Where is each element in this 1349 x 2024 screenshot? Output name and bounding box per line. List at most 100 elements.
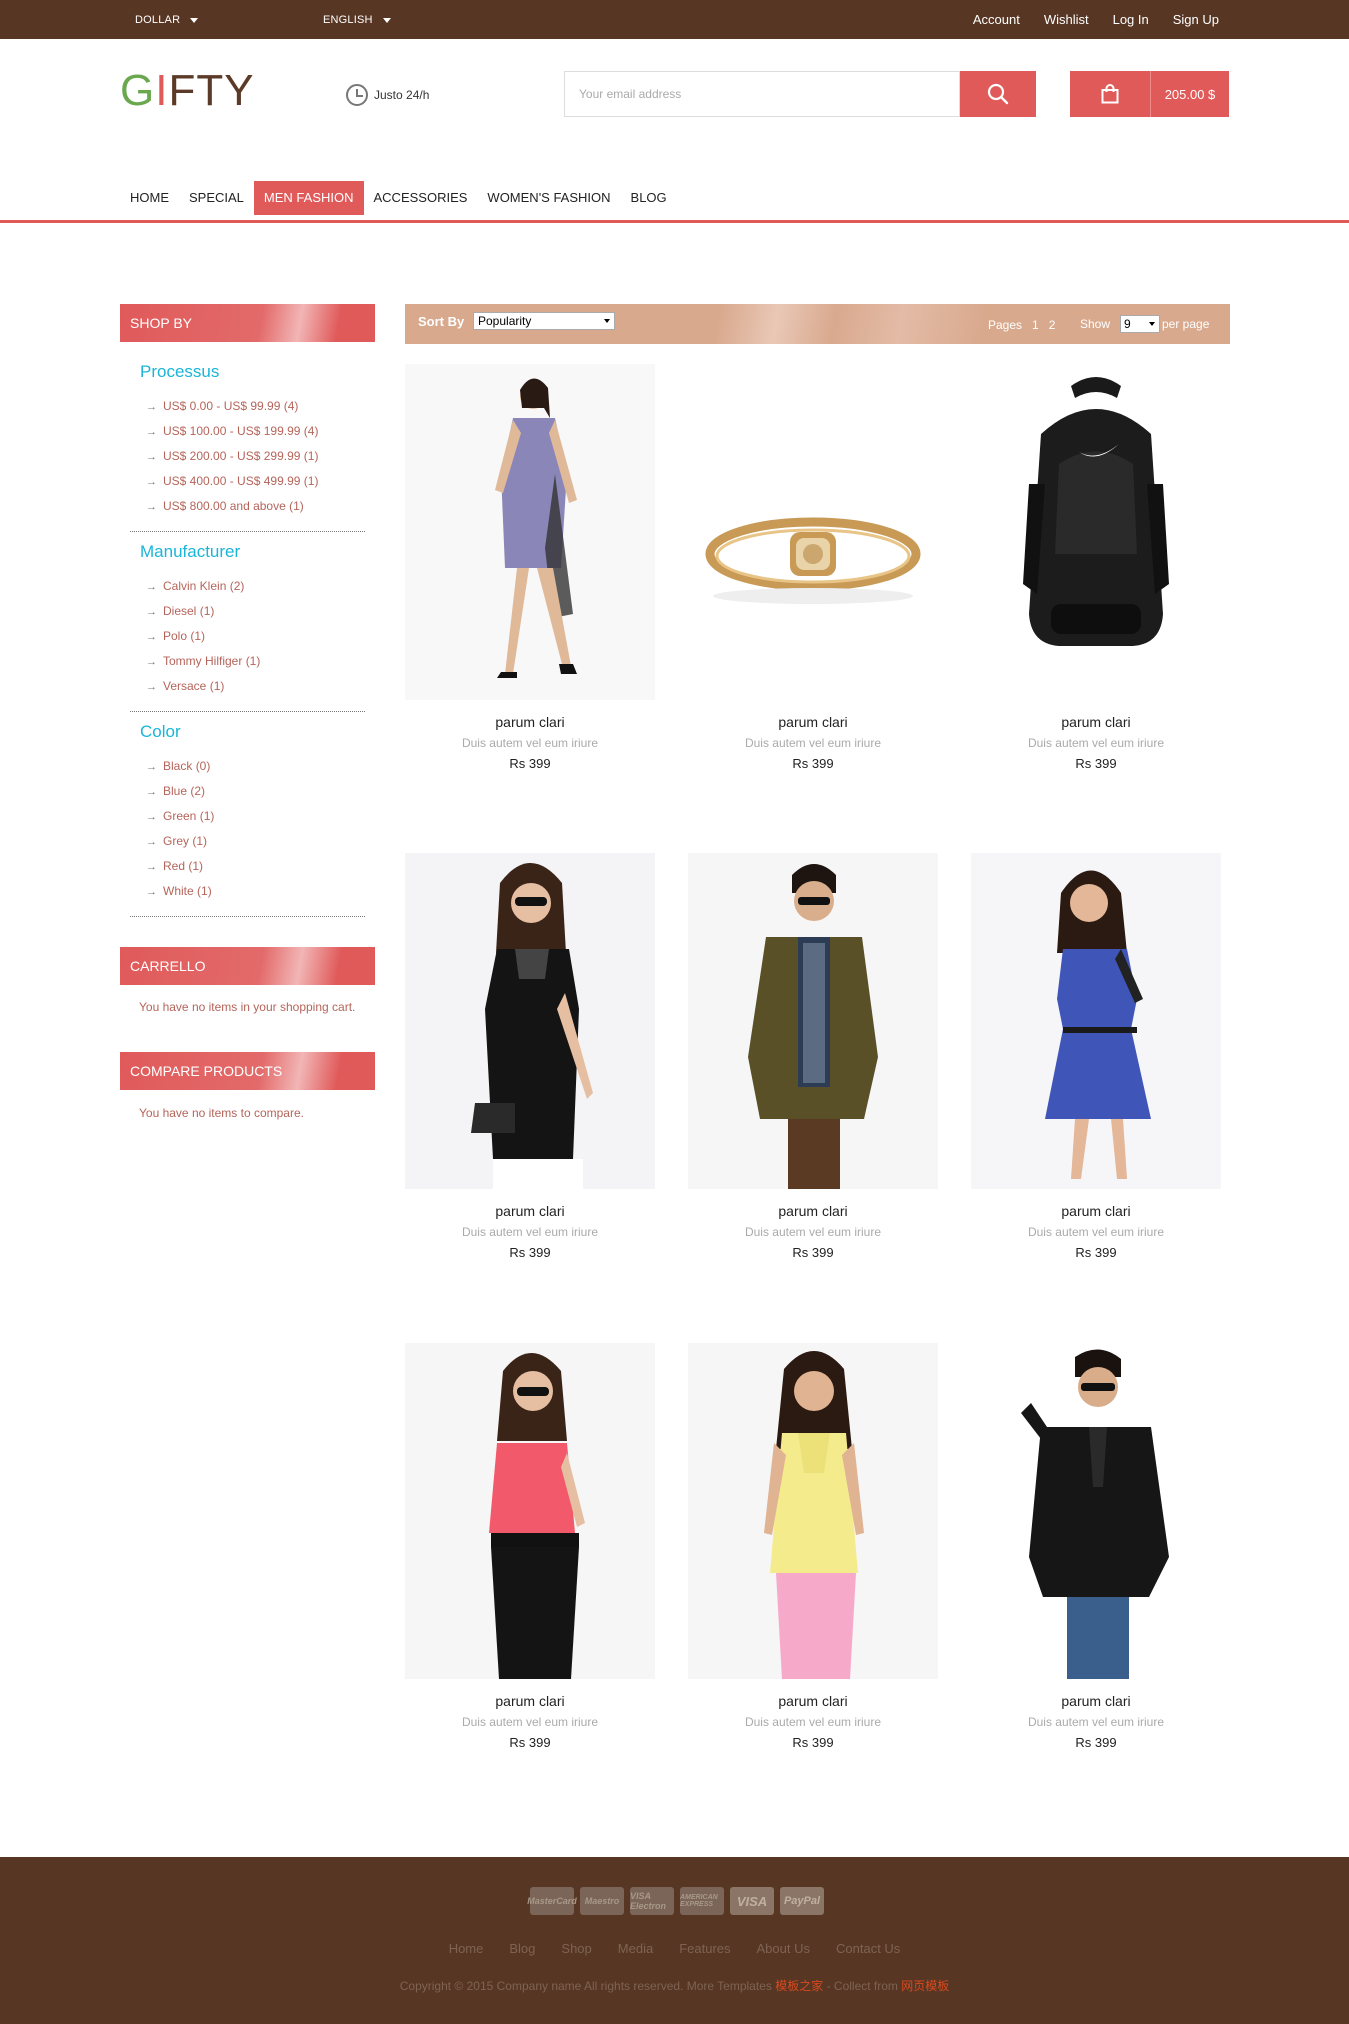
product-image[interactable] — [405, 364, 655, 700]
arrow-right-icon: → — [146, 811, 157, 823]
filter-item[interactable]: → White (1) — [146, 879, 214, 904]
footer-link-contact-us[interactable]: Contact Us — [836, 1941, 900, 1956]
product-price: Rs 399 — [509, 1245, 551, 1260]
product-description: Duis autem vel eum iriure — [744, 736, 882, 750]
arrow-right-icon: → — [146, 631, 157, 643]
filter-item[interactable]: → Versace (1) — [146, 674, 260, 699]
collect-link[interactable]: 网页模板 — [901, 1979, 949, 1993]
signup-link[interactable]: Sign Up — [1173, 12, 1219, 27]
divider — [130, 916, 365, 917]
cart-button[interactable] — [1070, 71, 1150, 117]
filter-label: US$ 400.00 - US$ 499.99 — [163, 474, 301, 488]
filter-label: Diesel — [163, 604, 197, 618]
nav-item-home[interactable]: HOME — [120, 181, 179, 215]
filter-item[interactable]: → Tommy Hilfiger (1) — [146, 649, 260, 674]
product-name[interactable]: parum clari — [405, 714, 655, 730]
pink-top-model-image — [405, 1343, 655, 1679]
filter-item[interactable]: → US$ 100.00 - US$ 199.99 (4) — [146, 419, 318, 444]
filter-item[interactable]: → Green (1) — [146, 804, 214, 829]
product-image[interactable] — [971, 1343, 1221, 1679]
filter-item[interactable]: → US$ 800.00 and above (1) — [146, 494, 318, 519]
currency-selector[interactable]: DOLLAR — [135, 14, 199, 26]
compare-empty-text: You have no items to compare. — [139, 1106, 304, 1120]
nav-item-blog[interactable]: BLOG — [621, 181, 677, 215]
search-input[interactable] — [564, 71, 960, 117]
filter-item[interactable]: → US$ 200.00 - US$ 299.99 (1) — [146, 444, 318, 469]
product-description: Duis autem vel eum iriure — [744, 1225, 882, 1239]
product-card: parum clari Duis autem vel eum iriure Rs… — [405, 1343, 655, 1750]
filter-item[interactable]: → Diesel (1) — [146, 599, 260, 624]
per-page-select[interactable]: 9 — [1120, 315, 1160, 333]
main-nav: HOME SPECIAL MEN FASHION ACCESSORIES WOM… — [120, 181, 677, 215]
product-name[interactable]: parum clari — [688, 1203, 938, 1219]
arrow-right-icon: → — [146, 401, 157, 413]
login-link[interactable]: Log In — [1113, 12, 1149, 27]
footer-link-about-us[interactable]: About Us — [757, 1941, 810, 1956]
footer-link-home[interactable]: Home — [449, 1941, 484, 1956]
filter-title-processus: Processus — [140, 362, 220, 381]
product-image[interactable] — [688, 1343, 938, 1679]
nav-item-womens-fashion[interactable]: WOMEN'S FASHION — [477, 181, 620, 215]
footer-link-blog[interactable]: Blog — [509, 1941, 535, 1956]
product-image[interactable] — [405, 853, 655, 1189]
cart-block-header: CARRELLO — [120, 947, 375, 985]
filter-item[interactable]: → US$ 400.00 - US$ 499.99 (1) — [146, 469, 318, 494]
product-name[interactable]: parum clari — [405, 1203, 655, 1219]
filter-label: Versace — [163, 679, 207, 693]
product-card: parum clari Duis autem vel eum iriure Rs… — [688, 1343, 938, 1750]
filter-item[interactable]: → Red (1) — [146, 854, 214, 879]
language-selector[interactable]: ENGLISH — [323, 14, 391, 26]
footer-link-media[interactable]: Media — [618, 1941, 653, 1956]
product-name[interactable]: parum clari — [688, 714, 938, 730]
filter-item[interactable]: → Black (0) — [146, 754, 214, 779]
page-link-2[interactable]: 2 — [1049, 318, 1056, 332]
sort-label: Sort By — [418, 314, 465, 329]
cart-empty-text: You have no items in your shopping cart. — [139, 1000, 356, 1014]
product-image[interactable] — [971, 364, 1221, 700]
top-bar: DOLLAR ENGLISH Account Wishlist Log In S… — [0, 0, 1349, 39]
black-jacket-model-image — [971, 1343, 1221, 1679]
product-image[interactable] — [688, 364, 938, 700]
product-name[interactable]: parum clari — [971, 1203, 1221, 1219]
color-filter-list: → Black (0) → Blue (2) → Green (1) → Grey (1… — [146, 754, 214, 904]
templates-link[interactable]: 模板之家 — [775, 1979, 823, 1993]
footer-link-features[interactable]: Features — [679, 1941, 730, 1956]
filter-label: US$ 800.00 and above — [163, 499, 286, 513]
shopping-bag-icon — [1101, 84, 1119, 104]
wishlist-link[interactable]: Wishlist — [1044, 12, 1089, 27]
site-footer: MasterCard Maestro VISA Electron AMERICA… — [0, 1857, 1349, 2024]
filter-item[interactable]: → Grey (1) — [146, 829, 214, 854]
product-name[interactable]: parum clari — [688, 1693, 938, 1709]
product-name[interactable]: parum clari — [971, 1693, 1221, 1709]
arrow-right-icon: → — [146, 426, 157, 438]
product-image[interactable] — [688, 853, 938, 1189]
search-icon — [987, 83, 1009, 105]
nav-item-special[interactable]: SPECIAL — [179, 181, 254, 215]
nav-item-men-fashion[interactable]: MEN FASHION — [253, 181, 364, 215]
account-link[interactable]: Account — [973, 12, 1020, 27]
copyright: Copyright © 2015 Company name All rights… — [0, 1977, 1349, 1994]
product-image[interactable] — [405, 1343, 655, 1679]
arrow-right-icon: → — [146, 681, 157, 693]
filter-item[interactable]: → Polo (1) — [146, 624, 260, 649]
arrow-right-icon: → — [146, 761, 157, 773]
site-logo[interactable]: GIFTY — [120, 66, 255, 116]
price-filter-list: → US$ 0.00 - US$ 99.99 (4) → US$ 100.00 - … — [146, 394, 318, 519]
page-link-1[interactable]: 1 — [1032, 318, 1039, 332]
sort-select[interactable]: Popularity — [473, 312, 615, 330]
product-name[interactable]: parum clari — [405, 1693, 655, 1709]
nav-item-accessories[interactable]: ACCESSORIES — [364, 181, 478, 215]
filter-item[interactable]: → Blue (2) — [146, 779, 214, 804]
opening-hours: Justo 24/h — [346, 84, 429, 106]
product-name[interactable]: parum clari — [971, 714, 1221, 730]
filter-label: Blue — [163, 784, 188, 798]
footer-link-shop[interactable]: Shop — [561, 1941, 591, 1956]
filter-count: (1) — [245, 654, 261, 668]
search-button[interactable] — [960, 71, 1036, 117]
filter-item[interactable]: → Calvin Klein (2) — [146, 574, 260, 599]
product-price: Rs 399 — [509, 756, 551, 771]
product-price: Rs 399 — [1075, 756, 1117, 771]
product-image[interactable] — [971, 853, 1221, 1189]
cart-total[interactable]: 205.00 $ — [1150, 71, 1229, 117]
filter-item[interactable]: → US$ 0.00 - US$ 99.99 (4) — [146, 394, 318, 419]
